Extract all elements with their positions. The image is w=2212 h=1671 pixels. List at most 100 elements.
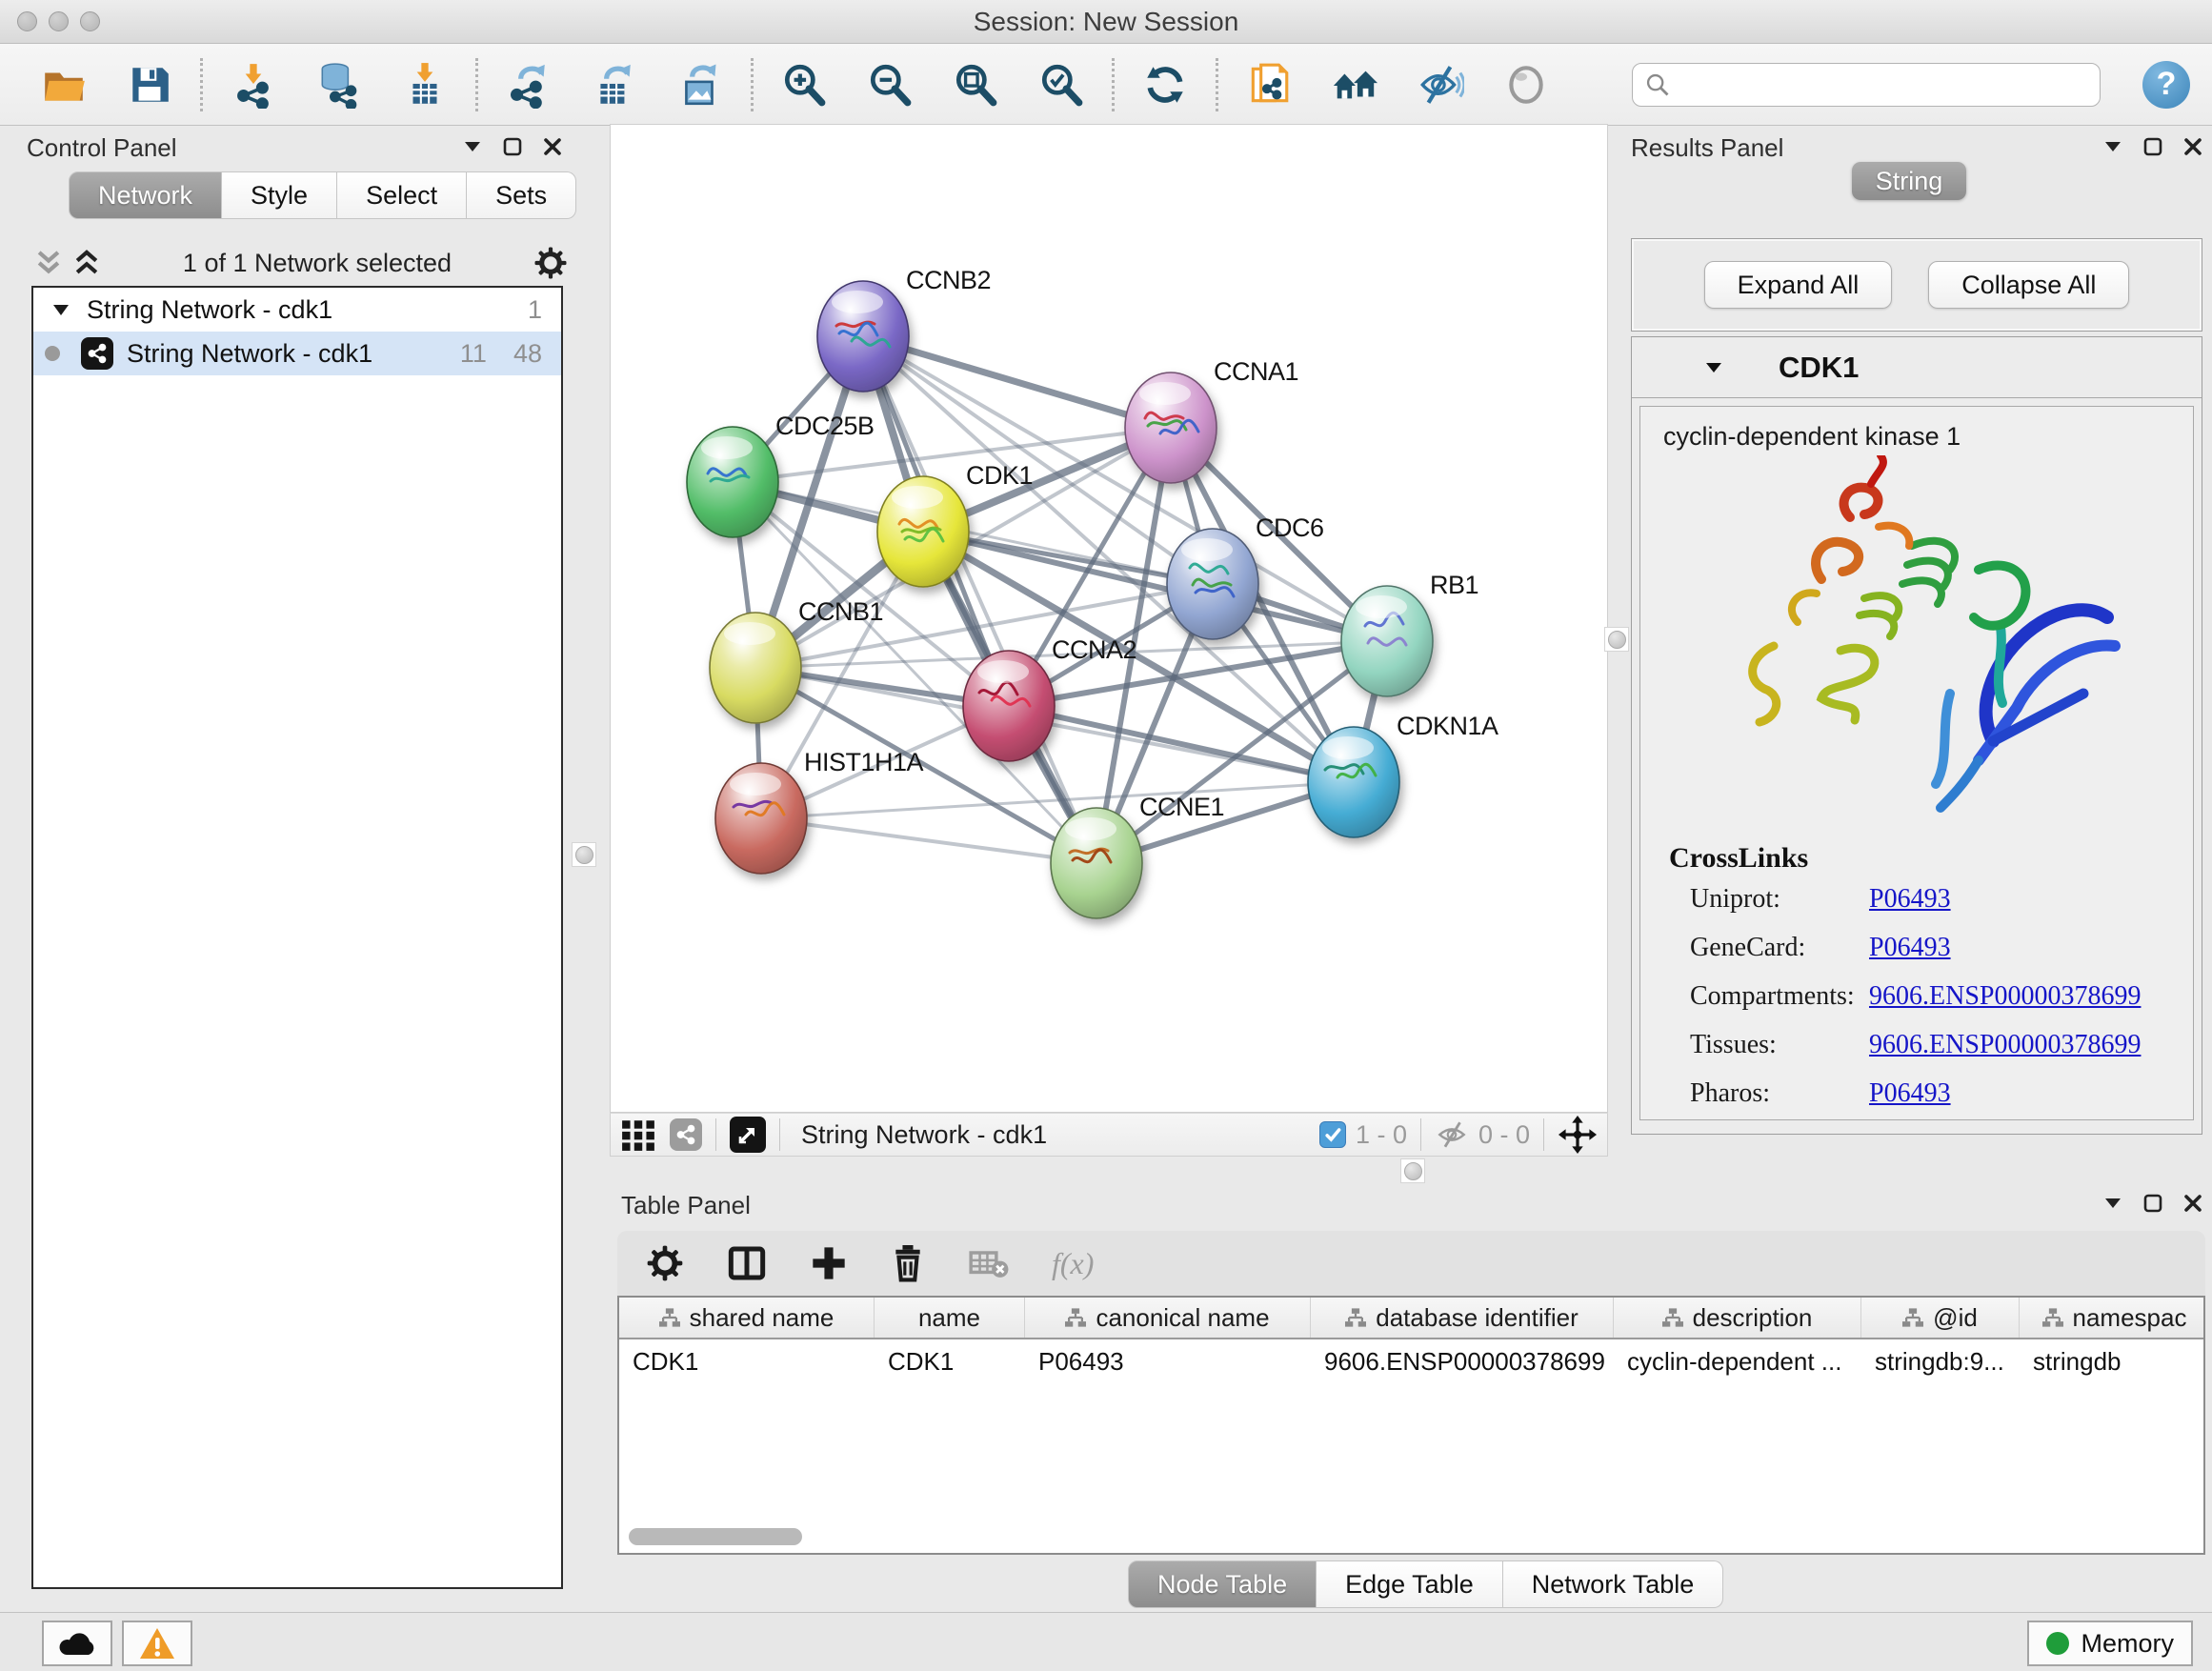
eye-icon[interactable] [1502,61,1550,109]
pan-crosshair-icon[interactable] [1558,1115,1598,1155]
network-row[interactable]: String Network - cdk1 11 48 [33,332,561,375]
table-cell: P06493 [1025,1339,1311,1383]
table-row[interactable]: CDK1CDK1P064939606.ENSP00000378699cyclin… [619,1339,2203,1383]
memory-button[interactable]: Memory [2027,1621,2193,1666]
entry-header[interactable]: CDK1 [1632,337,2202,398]
homes-icon[interactable] [1331,61,1378,109]
main-toolbar: ? [0,44,2212,126]
share-document-icon[interactable] [1245,61,1293,109]
selected-checkbox-icon[interactable] [1319,1121,1346,1148]
expand-all-button[interactable]: Expand All [1704,261,1893,309]
import-database-icon[interactable] [315,61,363,109]
zoom-selected-icon[interactable] [1037,61,1085,109]
network-node-CDC6[interactable] [1167,529,1258,639]
network-edge[interactable] [761,818,1096,863]
close-panel-icon[interactable] [2183,1194,2202,1213]
zoom-fit-icon[interactable] [952,61,999,109]
left-splitter-handle[interactable] [572,842,596,867]
tab-edge-table[interactable]: Edge Table [1317,1560,1503,1608]
tab-node-table[interactable]: Node Table [1128,1560,1317,1608]
right-splitter-handle[interactable] [1604,627,1629,652]
column-header--id[interactable]: @id [1861,1298,2020,1338]
tree-expander-icon[interactable] [52,304,70,316]
network-edge[interactable] [1009,706,1354,782]
network-node-CCNB2[interactable] [817,281,909,392]
collapse-panel-icon[interactable] [2103,1197,2122,1210]
network-edge[interactable] [863,336,1171,428]
hide-selected-icon[interactable] [1417,61,1464,109]
network-node-RB1[interactable] [1341,586,1433,696]
network-edge[interactable] [863,336,1096,863]
column-header-shared-name[interactable]: shared name [619,1298,875,1338]
zoom-in-icon[interactable] [780,61,828,109]
collapse-panel-icon[interactable] [463,140,482,153]
show-columns-icon[interactable] [726,1244,768,1282]
automation-cloud-button[interactable] [42,1621,112,1666]
crosslink-value[interactable]: P06493 [1869,1078,1951,1109]
birdseye-view-icon[interactable] [730,1117,766,1153]
bottom-splitter-handle[interactable] [1400,1158,1425,1183]
crosslink-value[interactable]: 9606.ENSP00000378699 [1869,981,2141,1012]
import-table-icon[interactable] [401,61,449,109]
help-icon[interactable]: ? [2142,61,2190,109]
crosslink-value[interactable]: P06493 [1869,884,1951,915]
collapse-all-chevron-icon[interactable] [72,248,101,278]
save-session-icon[interactable] [126,61,173,109]
network-collection-label: String Network - cdk1 [87,295,528,325]
delete-column-icon[interactable] [890,1243,926,1283]
network-node-CCNA2[interactable] [963,651,1055,761]
float-panel-icon[interactable] [2143,1194,2162,1213]
network-canvas[interactable]: CCNB2CCNA1CDC25BCDK1CDC6RB1CCNB1CCNA2CDK… [610,124,1608,1113]
network-collection-row[interactable]: String Network - cdk1 1 [33,288,561,332]
export-network-icon[interactable] [505,61,553,109]
network-node-CCNB1[interactable] [710,613,801,723]
collapse-all-button[interactable]: Collapse All [1928,261,2129,309]
column-header-label: @id [1933,1303,1978,1333]
refresh-icon[interactable] [1141,61,1189,109]
open-session-icon[interactable] [40,61,88,109]
hidden-eye-icon[interactable] [1435,1118,1469,1151]
import-network-icon[interactable] [230,61,277,109]
network-node-CCNA1[interactable] [1125,372,1217,483]
entry-expander-icon[interactable] [1704,361,1723,374]
crosslink-value[interactable]: 9606.ENSP00000378699 [1869,1030,2141,1060]
share-network-icon[interactable] [670,1118,702,1151]
collapse-panel-icon[interactable] [2103,140,2122,153]
gear-icon[interactable] [533,246,568,280]
tab-sets[interactable]: Sets [467,171,576,219]
network-node-CDKN1A[interactable] [1308,727,1399,837]
export-table-icon[interactable] [591,61,638,109]
warnings-button[interactable] [122,1621,192,1666]
close-panel-icon[interactable] [2183,137,2202,156]
hscrollbar-thumb[interactable] [629,1528,802,1545]
network-node-HIST1H1A[interactable] [715,763,807,874]
tab-string[interactable]: String [1852,162,1966,200]
column-header-description[interactable]: description [1614,1298,1861,1338]
results-entry: CDK1 cyclin-dependent kinase 1 [1631,336,2202,1135]
network-node-CDC25B[interactable] [687,427,778,537]
tab-select[interactable]: Select [337,171,467,219]
column-header-canonical-name[interactable]: canonical name [1025,1298,1311,1338]
tab-style[interactable]: Style [222,171,337,219]
column-header-namespac[interactable]: namespac [2020,1298,2205,1338]
expand-all-chevron-icon[interactable] [34,248,63,278]
tab-network-table[interactable]: Network Table [1503,1560,1724,1608]
network-node-CCNE1[interactable] [1051,808,1142,918]
float-panel-icon[interactable] [2143,137,2162,156]
zoom-out-icon[interactable] [866,61,914,109]
add-column-icon[interactable] [810,1244,848,1282]
crosslink-value[interactable]: P06493 [1869,933,1951,963]
export-image-icon[interactable] [676,61,724,109]
column-header-database-identifier[interactable]: database identifier [1311,1298,1614,1338]
table-toolbar: f(x) [617,1231,2205,1296]
column-header-label: namespac [2073,1303,2187,1333]
grid-view-icon[interactable] [620,1117,656,1153]
close-panel-icon[interactable] [543,137,562,156]
gear-icon[interactable] [646,1244,684,1282]
float-panel-icon[interactable] [503,137,522,156]
tab-network[interactable]: Network [69,171,222,219]
column-header-name[interactable]: name [875,1298,1025,1338]
network-node-CDK1[interactable] [877,476,969,587]
search-input[interactable] [1679,66,2088,104]
crosslinks-section: CrossLinks Uniprot:P06493GeneCard:P06493… [1640,842,2193,1117]
